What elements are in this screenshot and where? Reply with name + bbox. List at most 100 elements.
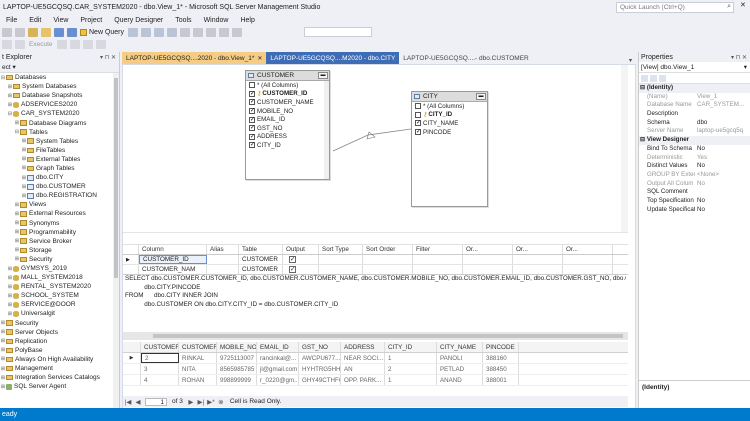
column-row[interactable]: ADDRESS: [246, 133, 329, 142]
document-tab[interactable]: LAPTOP-UE5GCQSQ....- dbo.CUSTOMER: [399, 52, 532, 64]
xmla-query-icon[interactable]: [166, 28, 177, 37]
tree-item[interactable]: ⊞ SERVICE@DOOR: [0, 300, 119, 309]
column-row[interactable]: * (All Columns): [246, 81, 329, 90]
result-cell[interactable]: 388160: [483, 353, 519, 363]
criteria-cell[interactable]: [319, 265, 363, 274]
properties-object-selector[interactable]: [View] dbo.View_1 ▾: [639, 62, 750, 73]
redo-icon[interactable]: [231, 28, 242, 37]
property-row[interactable]: Update Specificati No: [639, 206, 750, 215]
row-indicator[interactable]: ▶: [123, 353, 141, 363]
column-checkbox[interactable]: [249, 98, 255, 106]
horizontal-scrollbar-thumb[interactable]: [153, 334, 623, 338]
save-all-icon[interactable]: [66, 28, 77, 37]
tree-item[interactable]: ⊞ Views: [0, 200, 119, 209]
tree-item[interactable]: ⊞ External Tables: [0, 155, 119, 164]
result-cell[interactable]: 388450: [483, 364, 519, 374]
execute-button[interactable]: Execute: [26, 41, 56, 48]
customer-table-title[interactable]: CUSTOMER ▬: [246, 71, 329, 81]
tree-item[interactable]: ⊞ SCHOOL_SYSTEM: [0, 291, 119, 300]
tree-item[interactable]: ⊞ Security: [0, 319, 119, 328]
column-checkbox[interactable]: [249, 116, 255, 123]
property-category[interactable]: ⊟ View Designer: [639, 136, 750, 145]
tree-item[interactable]: ⊞ ADSERVICES2020: [0, 100, 119, 109]
property-row[interactable]: Database Name CAR_SYSTEM...: [639, 101, 750, 110]
property-value[interactable]: [695, 188, 750, 197]
tree-item[interactable]: ⊞ MALL_SYSTEM2018: [0, 273, 119, 282]
criteria-table-cell[interactable]: CUSTOMER: [239, 255, 283, 264]
connect-icon[interactable]: [1, 40, 12, 49]
tree-item[interactable]: ⊞ Service Broker: [0, 237, 119, 246]
results-column-header[interactable]: EMAIL_ID: [257, 342, 299, 352]
criteria-cell[interactable]: [563, 265, 613, 274]
back-icon[interactable]: [1, 28, 12, 37]
property-value[interactable]: No: [695, 206, 750, 215]
undo-icon[interactable]: [218, 28, 229, 37]
tree-item[interactable]: ⊞ Graph Tables: [0, 164, 119, 173]
row-indicator[interactable]: [123, 375, 141, 385]
cut-icon[interactable]: [179, 28, 190, 37]
result-cell[interactable]: GHY49CTHFG: [299, 375, 341, 385]
criteria-cell[interactable]: [563, 255, 613, 264]
column-row[interactable]: * (All Columns): [412, 102, 487, 111]
result-row[interactable]: ▶ 2 RINKAL 9725113007 rancinkal@... AWCPU677.…: [123, 353, 628, 364]
criteria-cell[interactable]: [463, 265, 513, 274]
criteria-table-cell[interactable]: CUSTOMER: [239, 265, 283, 274]
result-cell[interactable]: ROHAN: [179, 375, 217, 385]
menu-help[interactable]: Help: [234, 17, 260, 24]
result-cell[interactable]: PETLAD: [437, 364, 483, 374]
tree-item[interactable]: ⊞ Storage: [0, 246, 119, 255]
tree-item[interactable]: ⊞ dbo.CUSTOMER: [0, 182, 119, 191]
column-checkbox[interactable]: [415, 119, 421, 127]
mdx-query-icon[interactable]: [140, 28, 151, 37]
output-checkbox[interactable]: [289, 255, 296, 263]
save-icon[interactable]: [53, 28, 64, 37]
column-row[interactable]: PINCODE: [412, 128, 487, 137]
column-row[interactable]: CITY_NAME: [412, 119, 487, 128]
criteria-cell[interactable]: [513, 255, 563, 264]
tree-item[interactable]: ⊞ Replication: [0, 337, 119, 346]
tree-item[interactable]: ⊞ Synonyms: [0, 219, 119, 228]
column-checkbox[interactable]: [249, 90, 255, 97]
document-tab[interactable]: LAPTOP-UE5GCQSQ....2020 - dbo.View_1* ✕: [122, 52, 267, 64]
property-value[interactable]: No: [695, 197, 750, 206]
result-cell[interactable]: 4: [141, 375, 179, 385]
minimize-icon[interactable]: ▬: [476, 93, 486, 100]
tree-item[interactable]: ⊞ Always On High Availability: [0, 355, 119, 364]
criteria-cell[interactable]: [319, 255, 363, 264]
tree-item[interactable]: ⊞ Programmability: [0, 228, 119, 237]
menu-window[interactable]: Window: [198, 17, 235, 24]
result-cell[interactable]: 1: [385, 353, 437, 363]
new-record-button[interactable]: ▶*: [206, 398, 216, 406]
page-input[interactable]: 1: [145, 397, 167, 406]
tree-item[interactable]: ⊞ SQL Server Agent: [0, 382, 119, 391]
chevron-down-icon[interactable]: ▾: [629, 57, 636, 64]
delete-record-icon[interactable]: ⊗: [216, 398, 226, 406]
results-column-header[interactable]: CITY_ID: [385, 342, 437, 352]
prev-record-button[interactable]: ◀: [133, 398, 143, 406]
result-cell[interactable]: 388001: [483, 375, 519, 385]
tree-item[interactable]: ⊞ PolyBase: [0, 346, 119, 355]
result-cell[interactable]: PANOLI: [437, 353, 483, 363]
result-cell[interactable]: jl@gmail.com: [257, 364, 299, 374]
column-row[interactable]: MOBILE_NO: [246, 107, 329, 116]
results-column-header[interactable]: ADDRESS: [341, 342, 385, 352]
document-tab[interactable]: LAPTOP-UE5GCQSQ....M2020 - dbo.CITY: [266, 52, 400, 64]
result-cell[interactable]: RINKAL: [179, 353, 217, 363]
column-row[interactable]: CITY_ID: [246, 141, 329, 150]
diagram-pane-icon[interactable]: [57, 40, 67, 49]
customer-table-box[interactable]: CUSTOMER ▬ * (All Columns)⚷CUSTOMER_IDCU…: [245, 70, 330, 180]
column-row[interactable]: GST_NO: [246, 124, 329, 133]
row-indicator[interactable]: [123, 364, 141, 374]
tree-item[interactable]: ⊞ Integration Services Catalogs: [0, 373, 119, 382]
result-cell[interactable]: 3: [141, 364, 179, 374]
tree-item[interactable]: ⊟ Tables: [0, 128, 119, 137]
criteria-column-cell[interactable]: CUSTOMER_ID: [139, 255, 207, 264]
new-query-button[interactable]: New Query: [78, 29, 126, 36]
criteria-cell[interactable]: [463, 255, 513, 264]
property-row[interactable]: Schema dbo: [639, 119, 750, 128]
tree-item[interactable]: ⊟ CAR_SYSTEM2020: [0, 109, 119, 118]
result-cell[interactable]: 2: [141, 353, 179, 363]
property-row[interactable]: GROUP BY Extensio<None>: [639, 171, 750, 180]
menu-view[interactable]: View: [47, 17, 74, 24]
column-row[interactable]: CUSTOMER_NAME: [246, 98, 329, 107]
